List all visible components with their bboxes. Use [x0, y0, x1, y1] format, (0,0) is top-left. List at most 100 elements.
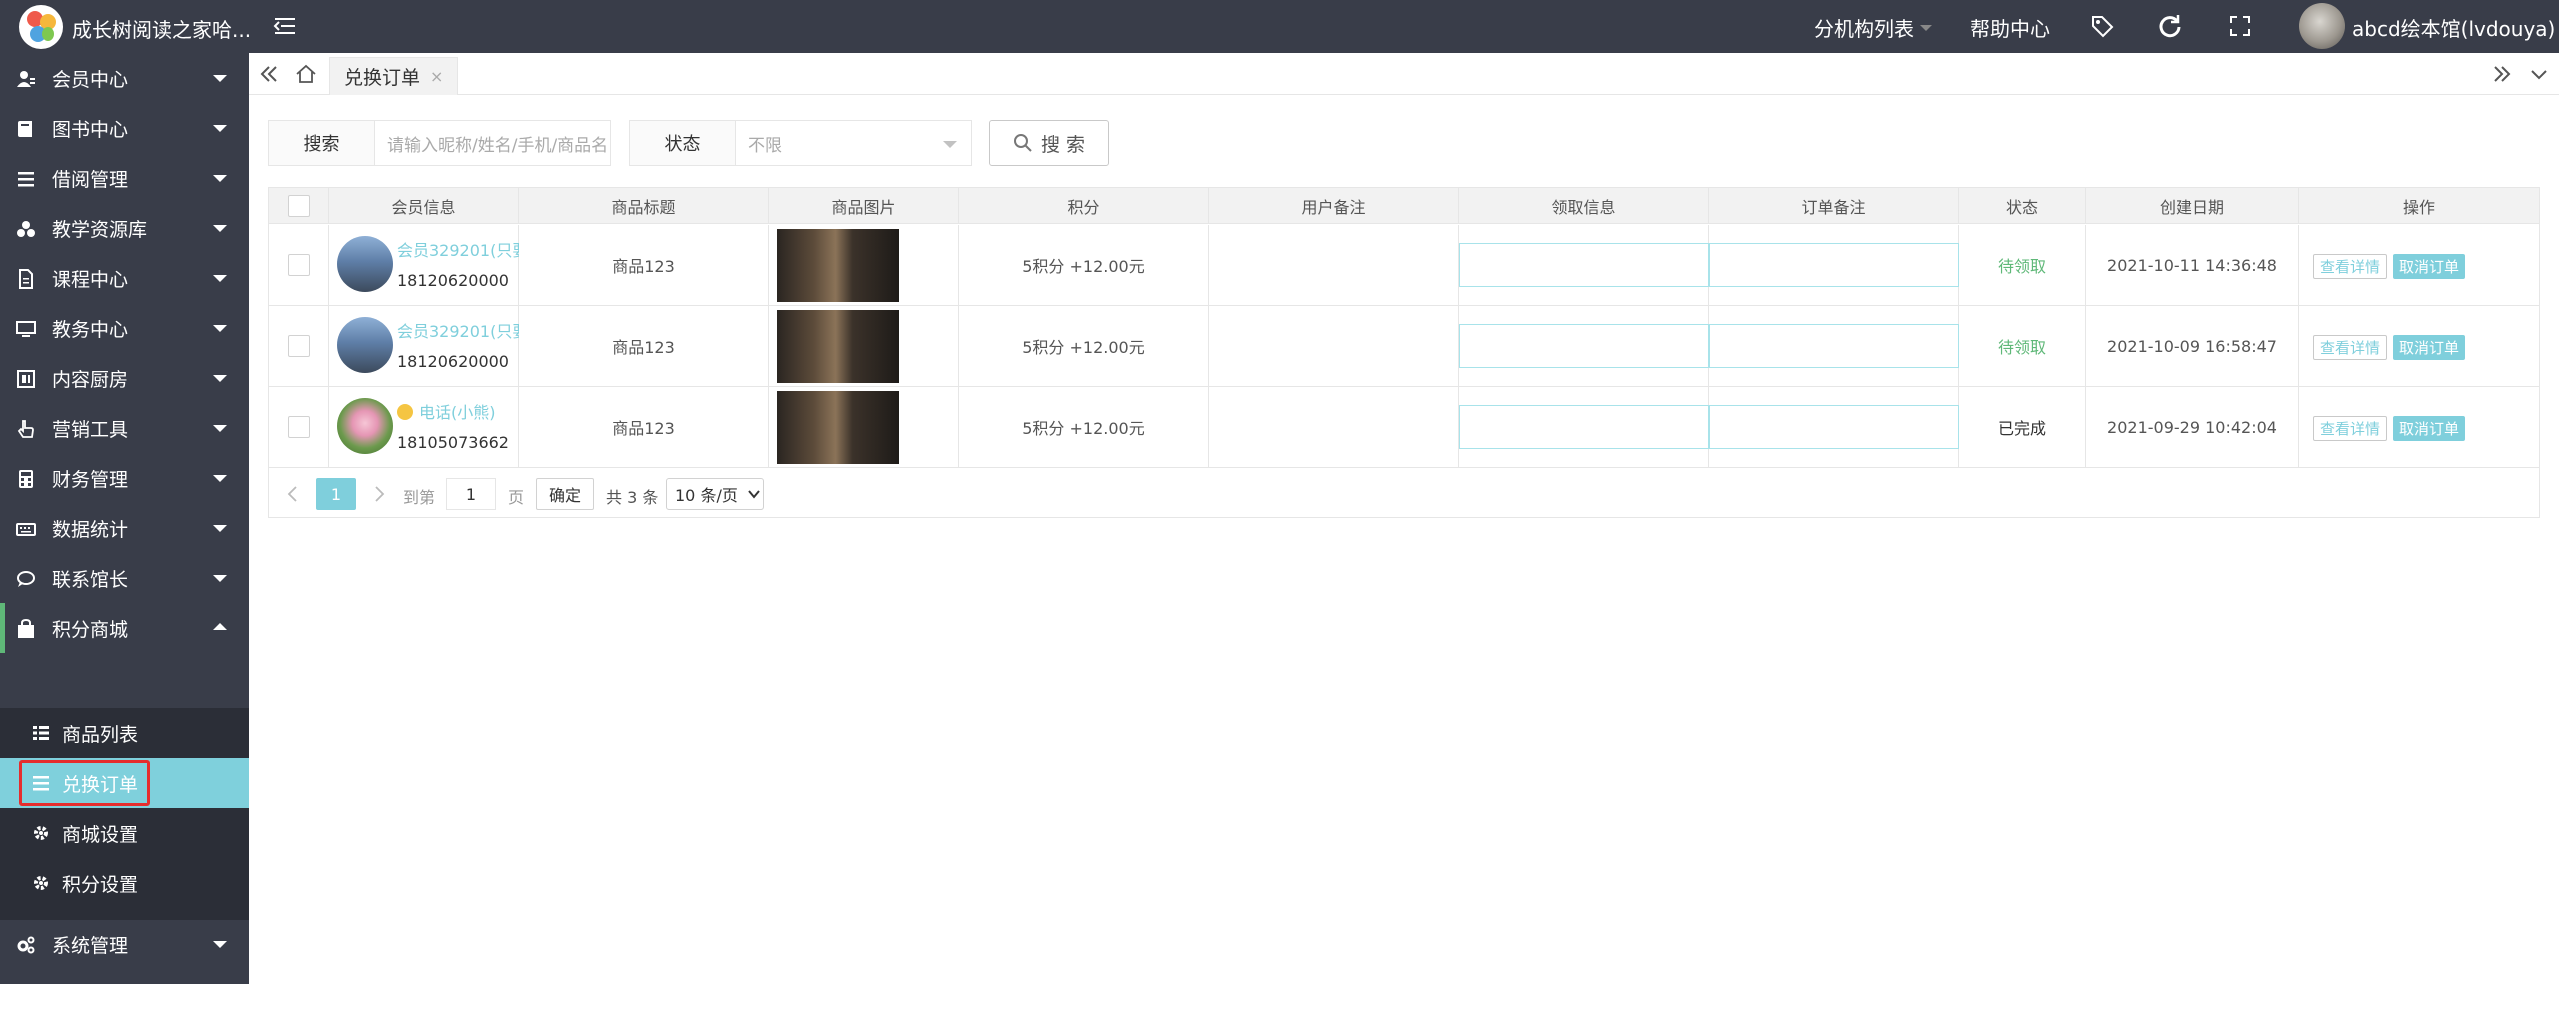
sidebar: 会员中心 图书中心 借阅管理 教学资源库 课程中心 教务中心 内容厨房 营销工具 [0, 53, 249, 1007]
menu-collapse-icon[interactable] [272, 13, 298, 39]
goods-image[interactable] [777, 309, 899, 383]
sidebar-item-label: 教学资源库 [52, 219, 148, 241]
status-select[interactable]: 不限 [736, 120, 972, 166]
sidebar-item-statistics[interactable]: 数据统计 [0, 503, 249, 553]
tab-exchange-orders[interactable]: 兑换订单 × [329, 57, 459, 95]
sidebar-subitem-goods-list[interactable]: 商品列表 [0, 708, 249, 758]
list-icon [18, 172, 34, 187]
sidebar-item-resources[interactable]: 教学资源库 [0, 203, 249, 253]
view-details-button[interactable]: 查看详情 [2313, 416, 2388, 441]
gears-icon [17, 936, 35, 954]
sidebar-item-label: 数据统计 [52, 519, 129, 541]
user-note [1209, 225, 1459, 305]
sidebar-item-member-center[interactable]: 会员中心 [0, 53, 249, 103]
order-note-input[interactable] [1709, 243, 1959, 287]
goto-confirm-button[interactable]: 确定 [536, 478, 594, 510]
select-all-checkbox[interactable] [287, 195, 310, 217]
search-label: 搜索 [268, 120, 375, 166]
hand-icon [17, 420, 34, 438]
double-chevron-right-icon[interactable] [2490, 62, 2514, 86]
member-name-link[interactable]: 会员329201(只要是 [397, 237, 519, 261]
sidebar-item-system[interactable]: 系统管理 [0, 919, 249, 969]
member-phone: 18105073662 [397, 433, 509, 452]
sidebar-subitem-label: 积分设置 [62, 874, 139, 896]
sidebar-item-course[interactable]: 课程中心 [0, 253, 249, 303]
sidebar-item-finance[interactable]: 财务管理 [0, 453, 249, 503]
sidebar-item-contact[interactable]: 联系馆长 [0, 553, 249, 603]
cancel-order-button[interactable]: 取消订单 [2393, 335, 2466, 360]
member-name-link[interactable]: 电话(小熊) [397, 399, 519, 423]
page-unit-label: 页 [508, 488, 525, 507]
user-avatar[interactable] [2299, 3, 2345, 49]
total-count: 共 3 条 [606, 488, 659, 507]
sidebar-item-label: 联系馆长 [52, 569, 129, 591]
monitor-icon [16, 321, 36, 337]
order-note-input[interactable] [1709, 405, 1959, 449]
caret-down-icon [213, 225, 227, 232]
current-page-button[interactable]: 1 [316, 478, 356, 510]
sidebar-subitem-points-settings[interactable]: 积分设置 [0, 858, 249, 908]
sidebar-subitem-mall-settings[interactable]: 商城设置 [0, 808, 249, 858]
status-label: 状态 [629, 120, 736, 166]
sidebar-item-academic[interactable]: 教务中心 [0, 303, 249, 353]
prev-page-icon[interactable] [286, 484, 300, 504]
chat-icon [17, 571, 35, 587]
caret-down-icon [213, 125, 227, 132]
row-checkbox[interactable] [287, 416, 310, 438]
chevron-down-icon[interactable] [2527, 62, 2551, 86]
row-checkbox[interactable] [287, 335, 310, 357]
double-chevron-left-icon[interactable] [257, 62, 281, 86]
pickup-info-input[interactable] [1459, 243, 1709, 287]
row-checkbox-cell [269, 306, 329, 386]
app-logo[interactable] [19, 5, 63, 49]
home-icon[interactable] [294, 62, 318, 86]
page-size-select[interactable]: 10 条/页 [666, 478, 764, 510]
sidebar-subitem-exchange-orders[interactable]: 兑换订单 [0, 758, 249, 808]
refresh-icon[interactable] [2157, 13, 2183, 39]
branch-list-dropdown[interactable]: 分机构列表 [1814, 13, 1932, 42]
next-page-icon[interactable] [372, 484, 386, 504]
search-input[interactable]: 请输入昵称/姓名/手机/商品名 [375, 120, 611, 166]
sidebar-item-kitchen[interactable]: 内容厨房 [0, 353, 249, 403]
cancel-order-button[interactable]: 取消订单 [2393, 416, 2466, 441]
close-icon[interactable]: × [430, 67, 443, 86]
status-text: 已完成 [1959, 387, 2086, 467]
fullscreen-icon[interactable] [2227, 13, 2253, 39]
goods-image[interactable] [777, 390, 899, 464]
goods-title: 商品123 [519, 225, 769, 305]
pickup-info-input[interactable] [1459, 405, 1709, 449]
smile-emoji-icon [397, 404, 413, 420]
sidebar-item-logs[interactable]: 日志管理 [0, 969, 249, 1019]
bag-icon [18, 619, 34, 638]
help-center-link[interactable]: 帮助中心 [1970, 13, 2050, 42]
sidebar-item-points-mall[interactable]: 积分商城 [0, 603, 249, 653]
sidebar-item-marketing[interactable]: 营销工具 [0, 403, 249, 453]
cancel-order-button[interactable]: 取消订单 [2393, 254, 2466, 279]
gear-icon [34, 876, 48, 890]
points-value: 5积分 +12.00元 [959, 306, 1209, 386]
search-button[interactable]: 搜 索 [989, 120, 1109, 166]
member-name-link[interactable]: 会员329201(只要是 [397, 318, 519, 342]
row-checkbox[interactable] [287, 254, 310, 276]
order-note-input[interactable] [1709, 324, 1959, 368]
goto-page-input[interactable]: 1 [446, 478, 496, 510]
row-checkbox-cell [269, 387, 329, 467]
view-details-button[interactable]: 查看详情 [2313, 254, 2388, 279]
points-value: 5积分 +12.00元 [959, 225, 1209, 305]
user-menu[interactable]: abcd绘本馆(lvdouya) [2352, 13, 2559, 42]
column-header: 状态 [1959, 188, 2086, 224]
tag-icon[interactable] [2089, 13, 2115, 39]
actions-cell: 查看详情 取消订单 [2299, 387, 2539, 467]
header-checkbox-cell [269, 188, 329, 224]
goods-image[interactable] [777, 228, 899, 302]
sidebar-submenu-points-mall: 商品列表 兑换订单 商城设置 积分设置 [0, 708, 249, 920]
sidebar-item-borrow[interactable]: 借阅管理 [0, 153, 249, 203]
sidebar-item-book-center[interactable]: 图书中心 [0, 103, 249, 153]
pickup-info-input[interactable] [1459, 324, 1709, 368]
table-header: 会员信息 商品标题 商品图片 积分 用户备注 领取信息 订单备注 状态 创建日期… [269, 188, 2539, 224]
member-avatar [337, 398, 393, 454]
member-name-text: 电话(小熊) [419, 403, 496, 422]
column-header: 商品图片 [769, 188, 959, 224]
view-details-button[interactable]: 查看详情 [2313, 335, 2388, 360]
sidebar-item-label: 课程中心 [52, 269, 129, 291]
